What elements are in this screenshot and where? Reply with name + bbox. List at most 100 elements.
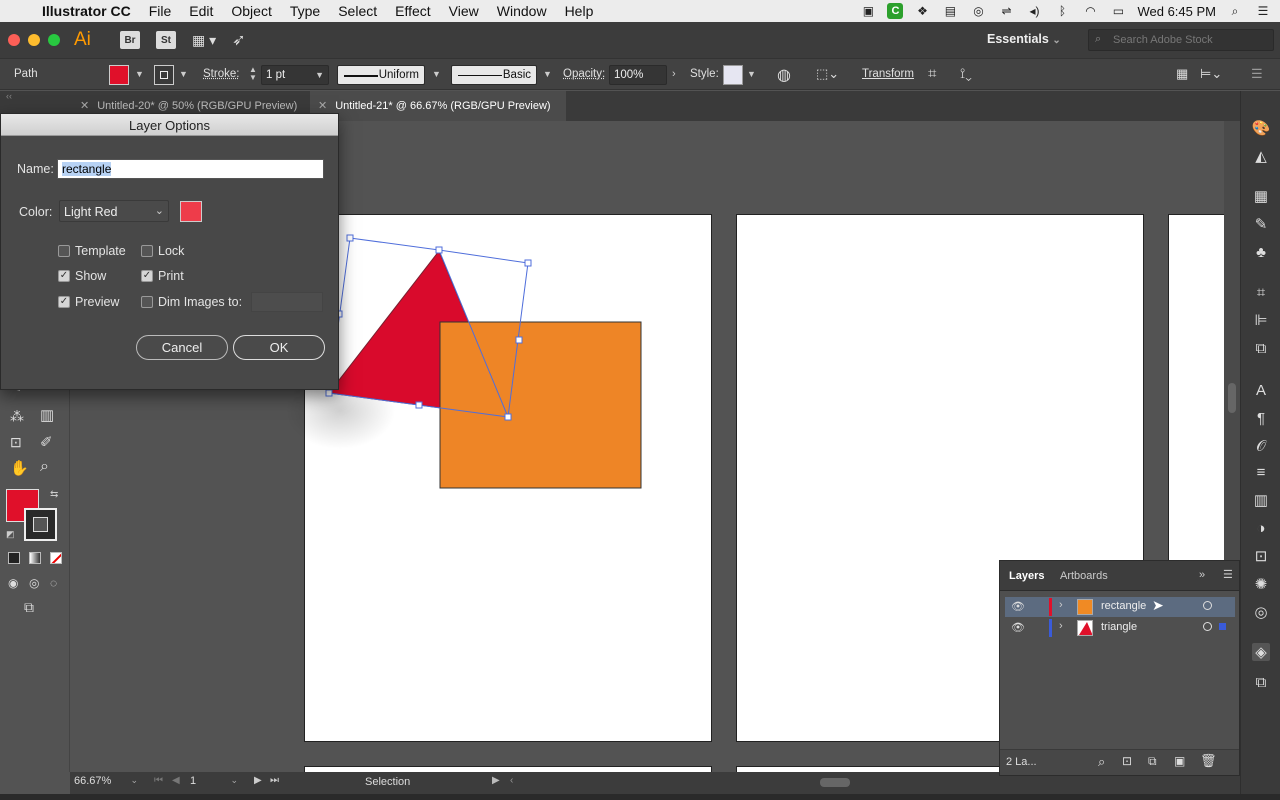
collapse-panel-icon[interactable]: »	[1199, 569, 1205, 581]
tab-untitled-21[interactable]: ✕ Untitled-21* @ 66.67% (RGB/GPU Preview)	[310, 91, 566, 121]
menu-window[interactable]: Window	[488, 3, 556, 19]
opacity-field[interactable]: 100%	[609, 65, 667, 85]
default-fill-stroke-icon[interactable]: ◩	[6, 529, 15, 540]
align-panel-icon[interactable]: ⊫	[1252, 311, 1270, 329]
creative-cloud-status-icon[interactable]: C	[887, 3, 904, 19]
layers-panel-icon[interactable]: ◈	[1252, 643, 1270, 661]
layer-row-triangle[interactable]: 👁 › triangle	[1005, 618, 1235, 638]
brush-dropdown-icon[interactable]: ▼	[543, 69, 552, 79]
swatches-icon[interactable]: ▦	[1252, 187, 1270, 205]
brush-definition[interactable]: Basic	[451, 65, 537, 85]
brushes-icon[interactable]: ✎	[1252, 215, 1270, 233]
gradient-mode-icon[interactable]	[29, 552, 41, 564]
draw-inside-icon[interactable]: ◌	[50, 576, 57, 590]
none-mode-icon[interactable]	[50, 552, 62, 564]
panel-arrange-icon[interactable]: ▦	[1176, 66, 1188, 82]
next-artboard-icon[interactable]: ▶	[254, 775, 262, 786]
stroke-stepper[interactable]: ▲ ▼	[249, 66, 257, 82]
stroke-label[interactable]: Stroke:	[203, 68, 239, 80]
cancel-button[interactable]: Cancel	[136, 335, 228, 360]
fill-dropdown-icon[interactable]: ▼	[135, 69, 144, 79]
expand-layer-icon[interactable]: ›	[1059, 599, 1063, 611]
volume-icon[interactable]: ◂)	[1025, 4, 1043, 18]
style-dropdown-icon[interactable]: ▼	[747, 69, 756, 79]
locate-object-icon[interactable]: ⌕	[1098, 754, 1105, 770]
layer-name-input[interactable]: rectangle	[57, 159, 324, 179]
gpu-performance-icon[interactable]: ➶	[232, 30, 245, 50]
align-selection-icon[interactable]: ⬚⌄	[816, 66, 839, 82]
clock[interactable]: Wed 6:45 PM	[1137, 4, 1216, 19]
transform-icon[interactable]: ⌗	[928, 65, 936, 82]
gradient-panel-icon[interactable]: ▥	[1252, 491, 1270, 509]
print-checkbox[interactable]: ✓	[141, 270, 153, 282]
menu-effect[interactable]: Effect	[386, 3, 440, 19]
bounding-box-handle[interactable]	[524, 259, 532, 267]
graphic-styles-icon[interactable]: ✺	[1252, 575, 1270, 593]
battery-icon[interactable]: ▭	[1109, 4, 1127, 18]
bounding-box-handle[interactable]	[415, 401, 423, 409]
color-mode-icon[interactable]	[8, 552, 20, 564]
stock-button[interactable]: St	[156, 31, 176, 49]
symbols-icon[interactable]: ♣	[1252, 243, 1270, 261]
target-icon[interactable]	[1203, 601, 1212, 610]
color-guide-icon[interactable]: ◭	[1252, 147, 1270, 165]
minimize-window-button[interactable]	[28, 34, 40, 46]
menu-select[interactable]: Select	[329, 3, 386, 19]
draw-behind-icon[interactable]: ◎	[29, 576, 39, 590]
swap-fill-stroke-icon[interactable]: ⇆	[50, 489, 58, 500]
expand-layer-icon[interactable]: ›	[1059, 620, 1063, 632]
status-menu-icon[interactable]: ▶	[492, 775, 500, 786]
arrange-documents-icon[interactable]: ▦ ▾	[192, 32, 216, 49]
bounding-box-handle[interactable]	[435, 246, 443, 254]
layer-color-select[interactable]: Light Red ⌄	[59, 200, 169, 222]
notification-center-icon[interactable]: ☰	[1254, 4, 1272, 18]
close-tab-icon[interactable]: ✕	[318, 100, 327, 112]
first-artboard-icon[interactable]: ⏮	[154, 775, 163, 786]
app-menu[interactable]: Illustrator CC	[36, 3, 140, 19]
stroke-color-swatch[interactable]	[154, 65, 174, 85]
delete-layer-icon[interactable]: 🗑	[1200, 753, 1217, 769]
horizontal-scrollbar-thumb[interactable]	[820, 778, 850, 787]
target-icon[interactable]	[1203, 622, 1212, 631]
stroke-weight-field[interactable]: 1 pt ▼	[261, 65, 329, 85]
appearance-icon[interactable]: ⊡	[1252, 547, 1270, 565]
eyedropper-tool-icon[interactable]: ✐	[40, 433, 53, 451]
character-icon[interactable]: A	[1252, 381, 1270, 399]
bounding-box-handle[interactable]	[325, 389, 333, 397]
transform-panel-icon[interactable]: ⌗	[1252, 283, 1270, 301]
close-window-button[interactable]	[8, 34, 20, 46]
zoom-tool-icon[interactable]: ⌕	[40, 458, 49, 476]
graphic-style-swatch[interactable]	[723, 65, 743, 85]
search-adobe-stock-input[interactable]: ⌕ Search Adobe Stock	[1088, 29, 1274, 51]
menu-view[interactable]: View	[440, 3, 488, 19]
pathfinder-icon[interactable]: ⧉	[1252, 339, 1270, 357]
artboards-panel-icon[interactable]: ⧉	[1252, 673, 1270, 691]
stroke-swatch-large[interactable]	[24, 508, 57, 541]
bounding-box-handle[interactable]	[346, 234, 354, 242]
preview-checkbox[interactable]: ✓	[58, 296, 70, 308]
libraries-icon[interactable]: ◎	[1252, 603, 1270, 621]
fill-color-swatch[interactable]	[109, 65, 129, 85]
menu-object[interactable]: Object	[222, 3, 280, 19]
recolor-artwork-icon[interactable]: ◍	[777, 65, 791, 85]
panel-options-icon[interactable]: ⊨⌄	[1200, 66, 1222, 82]
bounding-box-handle[interactable]	[504, 413, 512, 421]
paragraph-icon[interactable]: ¶	[1252, 409, 1270, 427]
transform-link[interactable]: Transform	[862, 68, 914, 80]
symbol-sprayer-tool-icon[interactable]: ⁂	[10, 408, 24, 425]
dim-images-checkbox[interactable]	[141, 296, 153, 308]
spotlight-search-icon[interactable]: ⌕	[1226, 4, 1244, 18]
artboard-tool-icon[interactable]: ⊡	[10, 434, 22, 451]
layer-row-rectangle[interactable]: 👁 › rectangle ➤	[1005, 597, 1235, 617]
bridge-button[interactable]: Br	[120, 31, 140, 49]
artboard-number-field[interactable]: 1 ⌄	[190, 775, 240, 791]
visibility-eye-icon[interactable]: 👁	[1011, 600, 1025, 613]
screen-recording-icon[interactable]: ▣	[859, 4, 877, 18]
display-icon[interactable]: ▤	[941, 4, 959, 18]
visibility-eye-icon[interactable]: 👁	[1011, 621, 1025, 634]
creative-cloud-icon[interactable]: ◎	[969, 4, 987, 18]
show-checkbox[interactable]: ✓	[58, 270, 70, 282]
workspace-switcher[interactable]: Essentials ⌄	[987, 32, 1061, 46]
bounding-box-handle[interactable]	[515, 336, 523, 344]
tab-layers[interactable]: Layers	[1009, 570, 1044, 582]
